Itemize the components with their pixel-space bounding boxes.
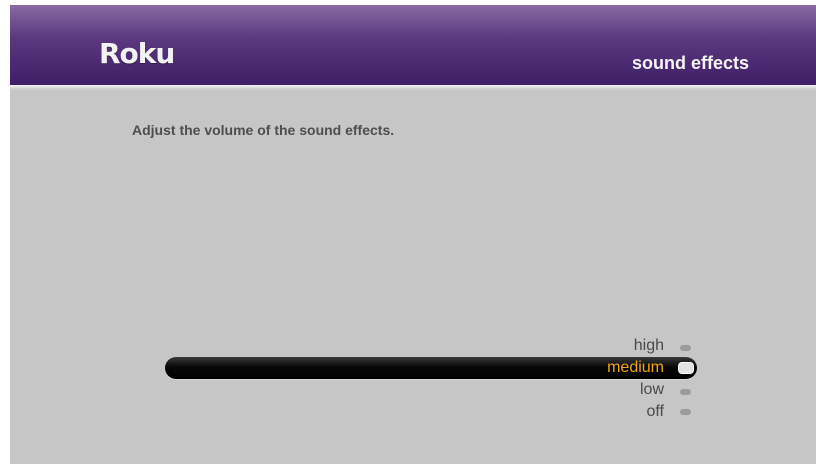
- instructions-text: Adjust the volume of the sound effects.: [132, 122, 395, 138]
- option-off[interactable]: off: [647, 401, 665, 423]
- option-medium[interactable]: medium: [607, 357, 664, 379]
- option-low[interactable]: low: [640, 379, 664, 401]
- roku-logo: Roku: [99, 37, 175, 70]
- option-low-indicator-icon[interactable]: [680, 389, 691, 395]
- option-high[interactable]: high: [634, 335, 664, 357]
- page-title: sound effects: [631, 53, 749, 73]
- header-bar: Roku sound effects: [10, 5, 816, 85]
- header-divider: [10, 85, 816, 91]
- tv-screen: Roku sound effects Adjust the volume of …: [10, 5, 816, 464]
- option-high-indicator-icon[interactable]: [680, 345, 691, 351]
- option-medium-indicator-icon[interactable]: [678, 362, 694, 374]
- option-off-indicator-icon[interactable]: [680, 409, 691, 415]
